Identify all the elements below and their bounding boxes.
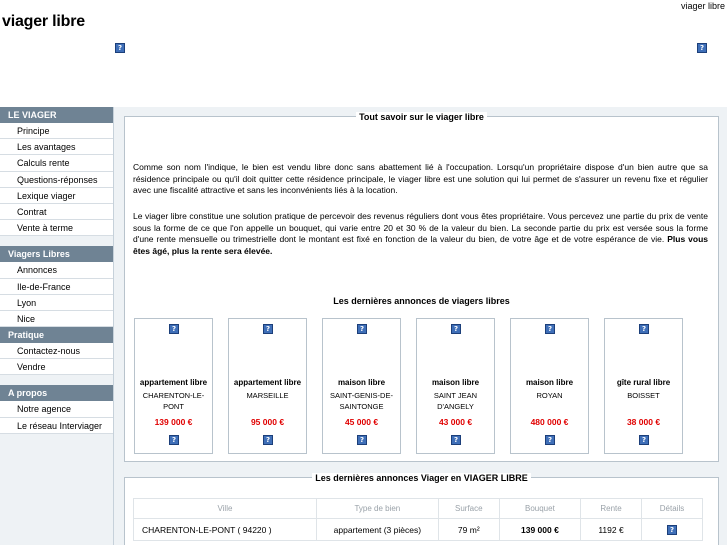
annonce-price: 45 000 € (344, 417, 379, 427)
cell-bouquet: 139 000 € (498, 518, 582, 541)
sidebar-section-title: Viagers Libres (0, 246, 113, 263)
annonce-card[interactable]: ? maison libre SAINT-GENIS-DE-SAINTONGE … (322, 318, 401, 454)
listing-box: Les dernières annonces Viager en VIAGER … (124, 473, 719, 545)
sidebar-item-idf[interactable]: Ile-de-France (0, 278, 113, 295)
annonce-city: CHARENTON-LE-PONT (142, 391, 205, 411)
annonce-city: SAINT JEAN D'ANGELY (433, 391, 478, 411)
annonce-price: 480 000 € (530, 417, 569, 427)
column-header: Surface (437, 498, 500, 519)
question-mark-icon[interactable]: ? (639, 435, 649, 445)
annonce-city: MARSEILLE (246, 391, 289, 400)
column-header: Ville (133, 498, 317, 519)
sidebar-item-avantages[interactable]: Les avantages (0, 139, 113, 156)
listing-table: Ville Type de bien Surface Bouquet Rente… (133, 498, 703, 541)
column-header: Détails (641, 498, 703, 519)
sidebar-item-contrat[interactable]: Contrat (0, 203, 113, 221)
annonce-card[interactable]: ? appartement libre MARSEILLE 95 000 € ? (228, 318, 307, 454)
annonce-city: ROYAN (536, 391, 563, 400)
intro-paragraph: Comme son nom l'indique, le bien est ven… (133, 162, 708, 195)
annonce-type: appartement libre (233, 378, 302, 387)
question-mark-icon[interactable]: ? (263, 435, 273, 445)
main-content: Tout savoir sur le viager libre Comme so… (114, 107, 727, 545)
annonce-type: maison libre (337, 378, 386, 387)
annonce-type: appartement libre (139, 378, 208, 387)
sidebar-section-title: LE VIAGER (0, 107, 113, 123)
annonce-city: SAINT-GENIS-DE-SAINTONGE (330, 391, 393, 411)
question-mark-icon[interactable]: ? (667, 525, 677, 535)
question-mark-icon[interactable]: ? (169, 435, 179, 445)
question-mark-icon: ? (639, 324, 649, 334)
question-mark-icon[interactable]: ? (357, 435, 367, 445)
question-mark-icon: ? (263, 324, 273, 334)
annonce-price: 139 000 € (154, 417, 193, 427)
annonce-card[interactable]: ? gîte rural libre BOISSET 38 000 € ? (604, 318, 683, 454)
sidebar-section-title: A propos (0, 385, 113, 402)
question-mark-icon: ? (169, 324, 179, 334)
intro-box: Tout savoir sur le viager libre Comme so… (124, 112, 719, 462)
annonce-card[interactable]: ? appartement libre CHARENTON-LE-PONT 13… (134, 318, 213, 454)
annonce-card[interactable]: ? maison libre SAINT JEAN D'ANGELY 43 00… (416, 318, 495, 454)
annonce-card[interactable]: ? maison libre ROYAN 480 000 € ? (510, 318, 589, 454)
cell-details[interactable]: ? (641, 518, 703, 541)
intro-legend: Tout savoir sur le viager libre (356, 112, 487, 122)
annonce-price: 38 000 € (626, 417, 661, 427)
sidebar-item-lyon[interactable]: Lyon (0, 294, 113, 311)
question-mark-icon[interactable]: ? (451, 435, 461, 445)
sidebar-item-vente-terme[interactable]: Vente à terme (0, 220, 113, 237)
question-mark-icon: ? (357, 324, 367, 334)
annonce-city: BOISSET (627, 391, 660, 400)
sidebar-section-title: Pratique (0, 327, 113, 344)
sidebar-item-calculs[interactable]: Calculs rente (0, 155, 113, 172)
cell-ville: CHARENTON-LE-PONT ( 94220 ) (133, 518, 317, 541)
sidebar-item-vendre[interactable]: Vendre (0, 359, 113, 376)
sidebar-item-questions[interactable]: Questions-réponses (0, 171, 113, 188)
question-mark-icon: ? (545, 324, 555, 334)
sidebar-item-lexique[interactable]: Lexique viager (0, 187, 113, 204)
sidebar-item-agence[interactable]: Notre agence (0, 401, 113, 418)
annonce-type: gîte rural libre (616, 378, 671, 387)
cell-rente: 1192 € (580, 518, 642, 541)
question-mark-icon: ? (697, 43, 707, 53)
cell-surface: 79 m² (437, 518, 500, 541)
annonces-title: Les dernières annonces de viagers libres (333, 296, 510, 306)
sidebar-item-nice[interactable]: Nice (0, 310, 113, 328)
sidebar-item-contact[interactable]: Contactez-nous (0, 343, 113, 360)
sidebar-nav: LE VIAGER Principe Les avantages Calculs… (0, 107, 114, 545)
annonce-price: 95 000 € (250, 417, 285, 427)
question-mark-icon: ? (451, 324, 461, 334)
annonce-type: maison libre (525, 378, 574, 387)
cell-type: appartement (3 pièces) (315, 518, 439, 541)
listing-legend: Les dernières annonces Viager en VIAGER … (312, 473, 531, 483)
question-mark-icon[interactable]: ? (545, 435, 555, 445)
sidebar-item-principe[interactable]: Principe (0, 123, 113, 140)
intro-paragraph: Le viager libre constitue une solution p… (133, 211, 708, 256)
annonce-type: maison libre (431, 378, 480, 387)
top-link[interactable]: viager libre (681, 1, 725, 11)
question-mark-icon: ? (115, 43, 125, 53)
column-header: Bouquet (498, 498, 582, 519)
table-row[interactable]: CHARENTON-LE-PONT ( 94220 ) appartement … (133, 518, 703, 541)
column-header: Type de bien (315, 498, 439, 519)
sidebar-item-reseau[interactable]: Le réseau Interviager (0, 417, 113, 434)
column-header: Rente (580, 498, 642, 519)
site-logo[interactable]: viager libre (2, 13, 85, 31)
annonce-price: 43 000 € (438, 417, 473, 427)
sidebar-item-annonces[interactable]: Annonces (0, 262, 113, 279)
